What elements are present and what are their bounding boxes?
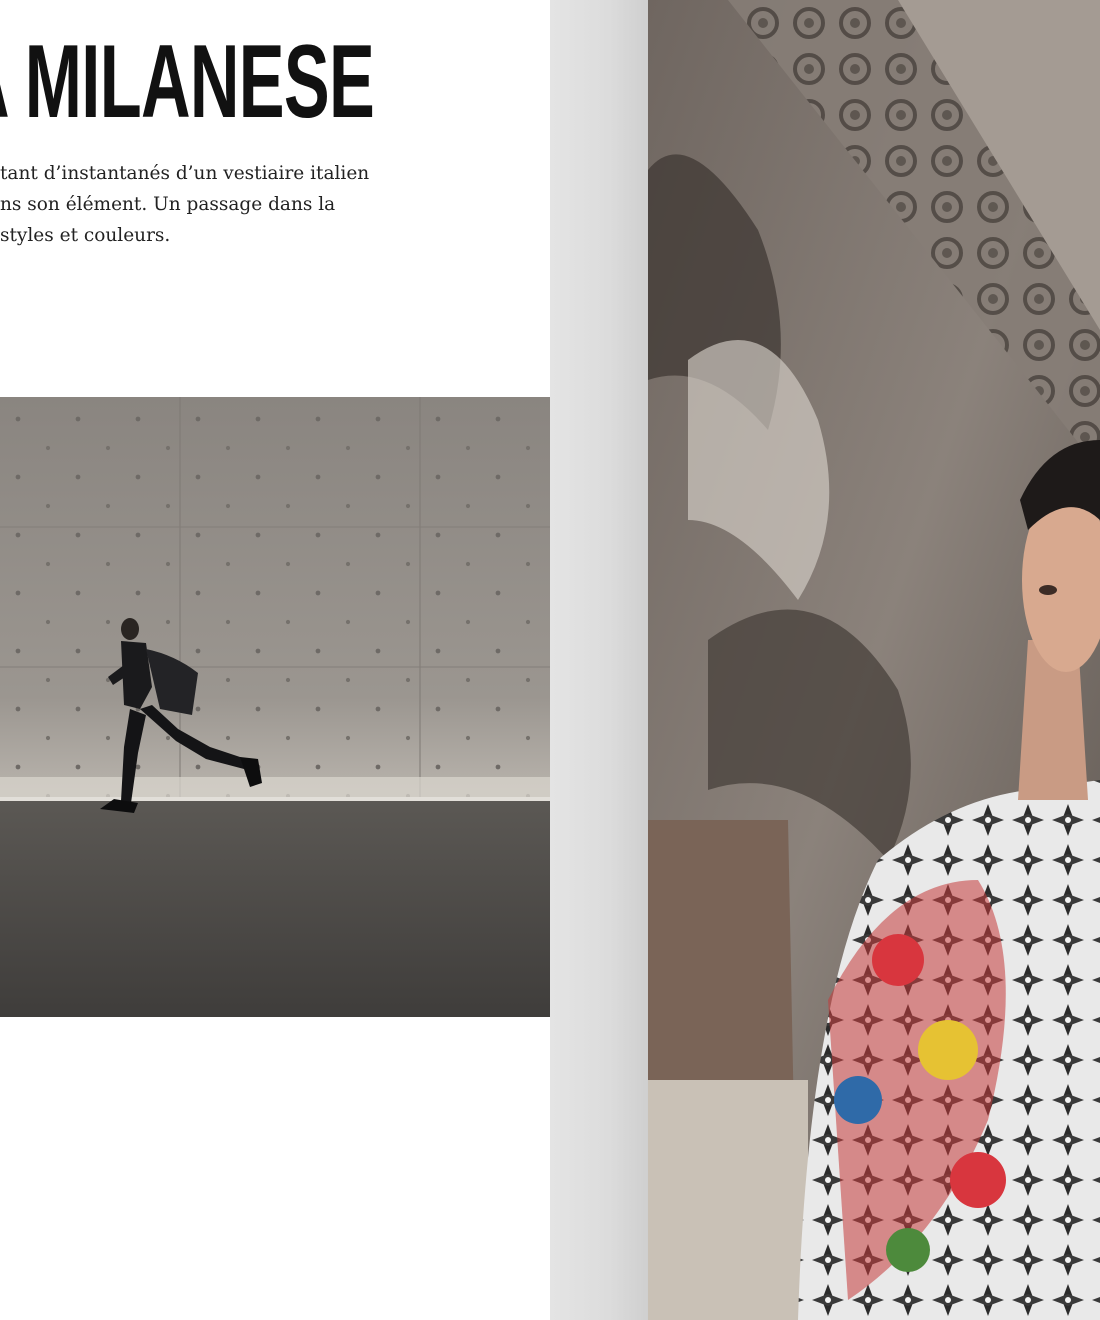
page-gutter [550, 0, 648, 1320]
article-title: A MILANESE [0, 24, 375, 140]
runner-photo [0, 397, 550, 1017]
runner-photo-graphic [0, 397, 550, 1017]
magazine-spread: A MILANESE tant d’instantanés d’un vesti… [0, 0, 1100, 1320]
article-intro: tant d’instantanés d’un vestiaire italie… [0, 158, 420, 251]
intro-line: ns son élément. Un passage dans la [0, 194, 336, 215]
intro-line: styles et couleurs. [0, 225, 171, 246]
intro-line: tant d’instantanés d’un vestiaire italie… [0, 163, 370, 184]
left-page: A MILANESE tant d’instantanés d’un vesti… [0, 0, 550, 1320]
portrait-photo [648, 0, 1100, 1320]
portrait-photo-graphic [648, 0, 1100, 1320]
